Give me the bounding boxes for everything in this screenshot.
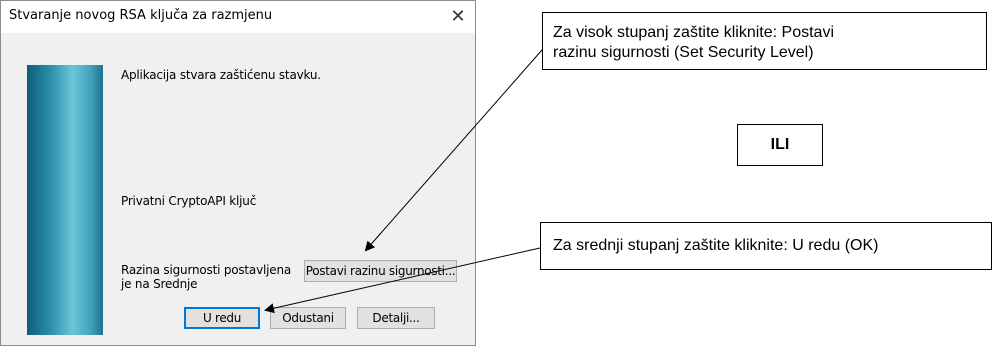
callout-arrows [264, 49, 543, 314]
arrow-to-set-security [364, 49, 543, 252]
arrow-to-ok [264, 247, 541, 314]
